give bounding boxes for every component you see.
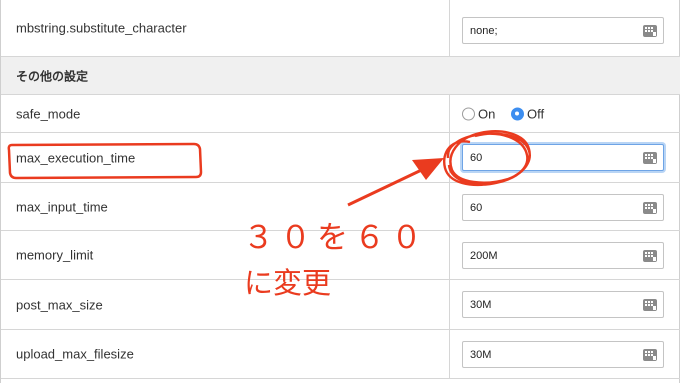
setting-label-cell: upload_max_filesize [1,330,450,378]
setting-row-mbstring-substitute-character: mbstring.substitute_character none; [1,0,680,57]
setting-row-max-execution-time: max_execution_time 60 [1,133,680,183]
max-execution-time-input[interactable]: 60 [462,144,664,171]
input-value: 60 [470,151,483,164]
setting-row-upload-max-filesize: upload_max_filesize 30M [1,330,680,379]
safe-mode-radio-group: On Off [462,106,556,121]
keyboard-icon [643,201,657,214]
setting-label: max_input_time [16,199,108,214]
max-input-time-input[interactable]: 60 [462,194,664,221]
input-value: 30M [470,298,492,311]
radio-label-on: On [478,106,496,121]
section-title: その他の設定 [16,69,89,83]
input-value: 200M [470,249,498,262]
setting-row-post-max-size: post_max_size 30M [1,280,680,330]
setting-label: memory_limit [16,247,94,263]
annotation-text-line1: ３０を６０ [243,220,428,256]
keyboard-icon [643,249,657,262]
keyboard-icon [643,348,657,361]
setting-label-cell: mbstring.substitute_character [1,0,450,56]
input-value: 30M [470,348,492,361]
keyboard-icon [643,151,657,164]
setting-label: safe_mode [16,106,81,121]
annotation-text-line2: に変更 [244,266,332,300]
safe-mode-on-radio[interactable] [462,107,475,120]
setting-row-safe-mode: safe_mode On Off [1,95,680,133]
mbstring-substitute-character-input[interactable]: none; [462,17,664,44]
keyboard-icon [643,24,657,37]
memory-limit-input[interactable]: 200M [462,242,664,269]
setting-label: post_max_size [16,297,103,312]
setting-label-cell: post_max_size [1,280,450,329]
input-value: 60 [470,201,483,214]
safe-mode-off-radio[interactable] [510,107,524,120]
setting-label-cell: safe_mode [1,95,450,132]
section-header-other-settings: その他の設定 [1,57,680,95]
upload-max-filesize-input[interactable]: 30M [462,341,664,368]
keyboard-icon [643,298,657,311]
setting-label: max_execution_time [16,150,136,165]
setting-label: mbstring.substitute_character [16,20,187,36]
setting-label-cell: max_execution_time [1,133,450,182]
radio-label-off: Off [526,106,545,121]
input-value: none; [470,24,498,37]
post-max-size-input[interactable]: 30M [462,291,664,318]
php-settings-table: mbstring.substitute_character none; その他の… [0,0,680,383]
setting-label: upload_max_filesize [16,346,134,362]
